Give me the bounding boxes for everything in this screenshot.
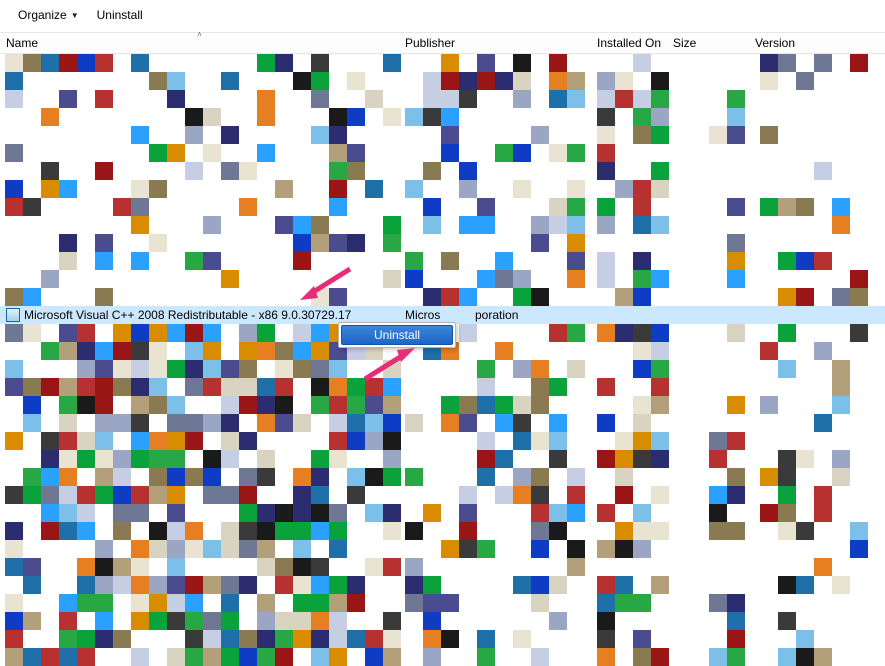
sort-asc-icon: ˄	[197, 30, 202, 39]
selected-publisher-suffix: poration	[475, 308, 518, 322]
column-header-version[interactable]: Version	[749, 33, 885, 53]
column-headers: Name ˄ Publisher Installed On Size Versi…	[0, 32, 885, 54]
column-header-size[interactable]: Size	[667, 33, 749, 53]
toolbar: Organize ▼ Uninstall	[0, 0, 885, 32]
context-menu-uninstall-label: Uninstall	[374, 328, 420, 342]
column-publisher-label: Publisher	[405, 36, 455, 50]
column-header-publisher[interactable]: Publisher	[399, 33, 591, 53]
context-menu-uninstall[interactable]: Uninstall	[341, 325, 453, 345]
organize-label: Organize	[18, 8, 67, 22]
pixelated-background	[0, 54, 885, 660]
column-header-name[interactable]: Name ˄	[0, 33, 399, 53]
column-header-installed[interactable]: Installed On	[591, 33, 667, 53]
column-installed-label: Installed On	[597, 36, 661, 50]
organize-button[interactable]: Organize ▼	[18, 8, 79, 22]
column-name-label: Name	[6, 36, 38, 50]
program-icon	[6, 308, 20, 322]
selected-program-name: Microsoft Visual C++ 2008 Redistributabl…	[24, 308, 351, 322]
chevron-down-icon: ▼	[71, 11, 79, 20]
column-version-label: Version	[755, 36, 795, 50]
uninstall-toolbar-label: Uninstall	[97, 8, 143, 22]
column-size-label: Size	[673, 36, 696, 50]
selected-publisher-prefix: Micros	[405, 308, 440, 322]
uninstall-toolbar-button[interactable]: Uninstall	[97, 8, 143, 22]
program-list[interactable]: Microsoft Visual C++ 2008 Redistributabl…	[0, 54, 885, 660]
context-menu: Uninstall	[338, 322, 456, 348]
